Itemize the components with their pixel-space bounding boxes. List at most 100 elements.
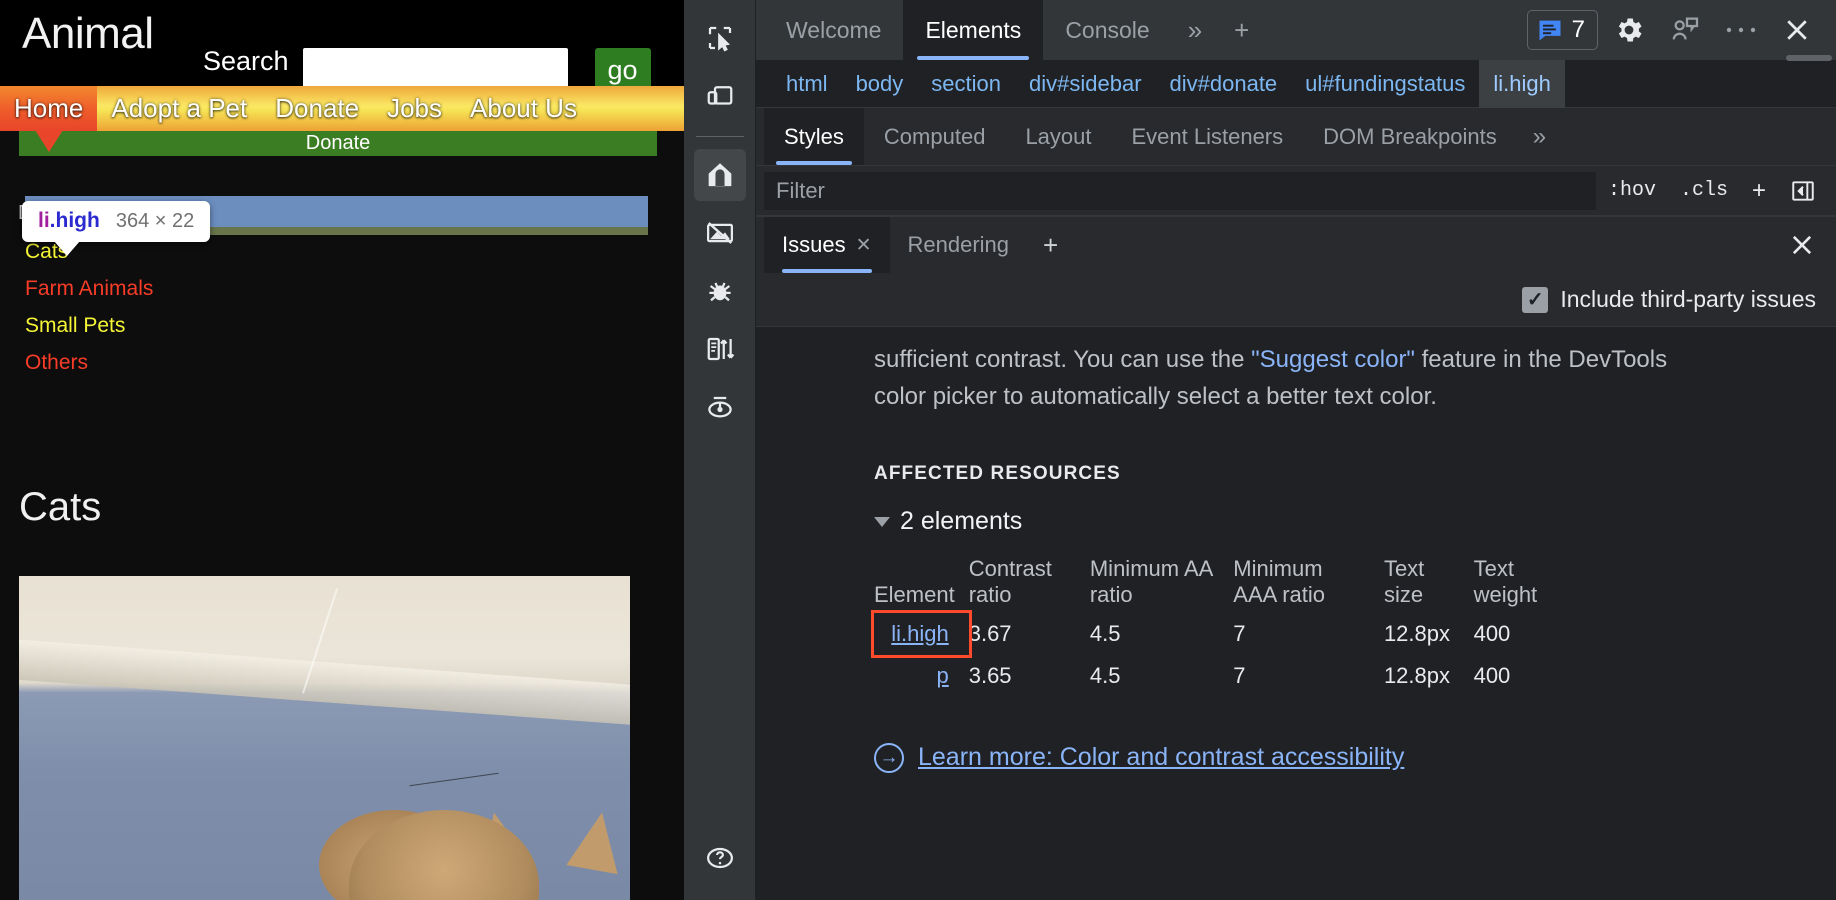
issues-count: 7 [1572,16,1585,44]
row-text-size: 12.8px [1384,613,1474,655]
table-row[interactable]: li.high 3.67 4.5 7 12.8px 400 [874,613,1574,655]
table-row[interactable]: p 3.65 4.5 7 12.8px 400 [874,655,1574,697]
tooltip-dimensions: 364 × 22 [116,210,194,233]
devtools-main: Welcome Elements Console » + 7 [756,0,1836,900]
element-link-p[interactable]: p [936,663,948,688]
list-item[interactable]: Small Pets [0,307,684,344]
home-icon[interactable] [694,149,746,201]
devtools-tabbar: Welcome Elements Console » + 7 [756,0,1836,60]
affected-elements-group[interactable]: 2 elements [874,507,1806,536]
site-title: Animal [22,12,154,56]
screen-root: Animal Search go Home Adopt a Pet Donate… [0,0,1836,900]
list-item-label-farm-animals: Farm Animals [25,270,153,307]
breadcrumb-item-div-sidebar[interactable]: div#sidebar [1015,60,1156,108]
col-text-weight: Text weight [1474,552,1574,613]
row-element-cell[interactable]: li.high [874,613,969,655]
customize-icon[interactable] [1660,5,1710,55]
tab-styles[interactable]: Styles [764,108,864,165]
list-item-label-small-pets: Small Pets [25,307,125,344]
row-element-cell[interactable]: p [874,655,969,697]
tab-issues[interactable]: Issues ✕ [764,217,890,273]
affected-resources-title: AFFECTED RESOURCES [874,463,1806,485]
styles-tab-overflow-icon[interactable]: » [1517,108,1562,165]
row-contrast-ratio: 3.67 [969,613,1090,655]
tab-dom-breakpoints[interactable]: DOM Breakpoints [1303,108,1517,165]
element-link-li-high[interactable]: li.high [891,621,948,646]
breadcrumb-item-ul-fundingstatus[interactable]: ul#fundingstatus [1291,60,1479,108]
donate-banner[interactable]: Donate [19,131,657,156]
affected-elements-count: 2 elements [900,507,1022,536]
checkbox-checked-icon: ✓ [1522,287,1548,313]
computed-sidebar-toggle-icon[interactable] [1778,178,1828,204]
issues-icon [1536,16,1564,44]
row-text-weight: 400 [1474,613,1574,655]
main-navigation: Home Adopt a Pet Donate Jobs About Us [0,86,684,131]
tooltip-selector: li.high [38,209,100,233]
nav-item-about-us[interactable]: About Us [456,86,591,131]
tooltip-class-name: .high [50,209,100,232]
table-head: Element Contrast ratio Minimum AA ratio … [874,552,1574,613]
row-text-size: 12.8px [1384,655,1474,697]
performance-monitor-icon[interactable] [694,381,746,433]
table-body: li.high 3.67 4.5 7 12.8px 400 p [874,613,1574,697]
issues-scroll-area: sufficient contrast. You can use the "Su… [756,327,1836,783]
rail-divider [696,136,744,137]
tab-computed[interactable]: Computed [864,108,1006,165]
learn-more-link[interactable]: Learn more: Color and contrast accessibi… [918,743,1404,772]
photo-detail-wall [19,638,630,729]
gear-icon[interactable] [1604,5,1654,55]
chevron-down-icon [874,517,890,527]
device-toolbar-icon[interactable] [694,70,746,122]
add-drawer-tab-icon[interactable]: + [1027,217,1074,273]
list-item[interactable]: Others [0,344,684,381]
bug-icon[interactable] [694,265,746,317]
nav-item-donate[interactable]: Donate [261,86,373,131]
breadcrumb-item-li-high[interactable]: li.high [1479,60,1564,108]
issues-count-button[interactable]: 7 [1527,10,1598,50]
more-options-icon[interactable] [1716,5,1766,55]
search-label: Search [203,48,289,75]
help-icon[interactable] [694,832,746,884]
include-third-party-issues-checkbox[interactable]: ✓ Include third-party issues [1522,286,1816,313]
nav-item-adopt-a-pet[interactable]: Adopt a Pet [97,86,261,131]
nav-item-home[interactable]: Home [0,86,97,131]
inspected-webpage: Animal Search go Home Adopt a Pet Donate… [0,0,684,900]
breadcrumb-item-div-donate[interactable]: div#donate [1156,60,1292,108]
issues-toolbar: ✓ Include third-party issues [756,273,1836,327]
network-request-blocking-icon[interactable] [694,323,746,375]
tab-overflow-icon[interactable]: » [1172,0,1218,60]
breadcrumb: html body section div#sidebar div#donate… [756,60,1836,108]
element-classes-button[interactable]: .cls [1668,179,1740,202]
list-item[interactable]: Farm Animals [0,270,684,307]
breadcrumb-item-html[interactable]: html [772,60,842,108]
tab-layout[interactable]: Layout [1005,108,1111,165]
hover-state-button[interactable]: :hov [1596,179,1668,202]
close-icon[interactable] [1772,5,1822,55]
media-off-icon[interactable] [694,207,746,259]
new-style-rule-button[interactable]: + [1740,177,1778,205]
breadcrumb-item-body[interactable]: body [842,60,918,108]
element-inspect-tooltip: li.high 364 × 22 [22,201,210,242]
row-min-aa: 4.5 [1090,655,1233,697]
close-drawer-icon[interactable] [1768,217,1836,273]
row-min-aaa: 7 [1233,655,1384,697]
horizontal-scrollbar[interactable] [1786,55,1832,61]
table-header-row: Element Contrast ratio Minimum AA ratio … [874,552,1574,613]
filter-input[interactable] [764,172,1596,210]
arrow-right-circle-icon: → [874,743,904,773]
close-issues-tab-icon[interactable]: ✕ [856,234,872,257]
add-tab-icon[interactable]: + [1218,0,1265,60]
issues-content[interactable]: sufficient contrast. You can use the "Su… [756,327,1836,900]
breadcrumb-item-section[interactable]: section [917,60,1015,108]
tab-event-listeners[interactable]: Event Listeners [1112,108,1304,165]
styles-tabbar: Styles Computed Layout Event Listeners D… [756,108,1836,166]
tab-elements[interactable]: Elements [903,0,1043,60]
nav-item-jobs[interactable]: Jobs [373,86,456,131]
learn-more-row[interactable]: → Learn more: Color and contrast accessi… [874,743,1806,773]
tab-welcome[interactable]: Welcome [764,0,903,60]
tab-rendering[interactable]: Rendering [890,217,1028,273]
inspect-element-icon[interactable] [694,12,746,64]
tab-issues-label: Issues [782,232,846,258]
tab-console[interactable]: Console [1043,0,1171,60]
suggest-color-link[interactable]: "Suggest color" [1251,346,1415,373]
